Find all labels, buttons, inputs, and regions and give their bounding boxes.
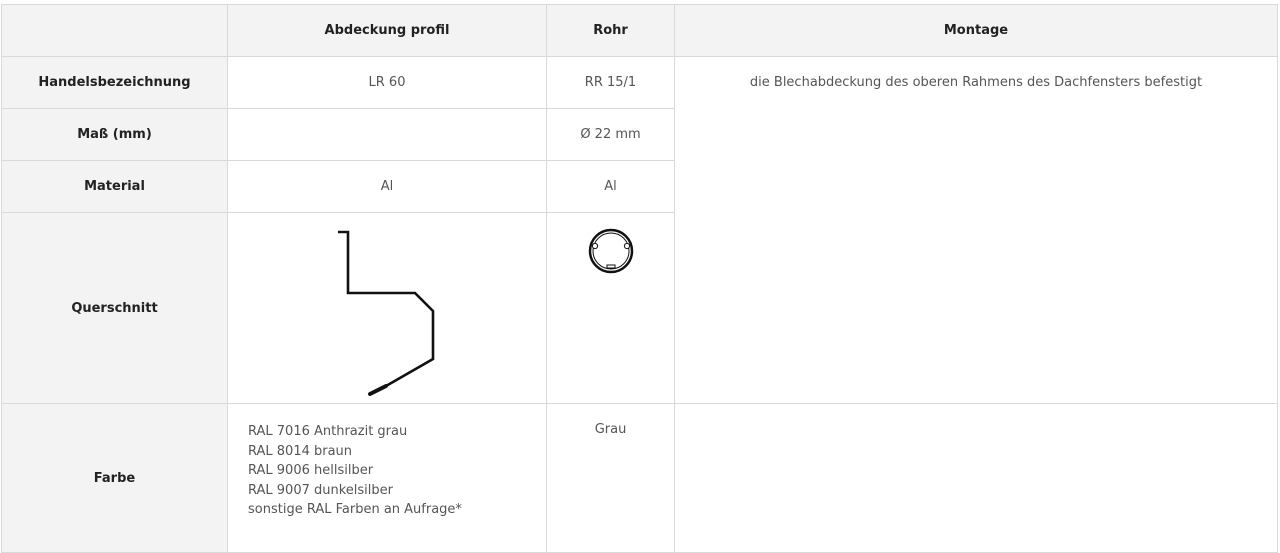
montage-description: die Blechabdeckung des oberen Rahmens de… [674,56,1278,404]
rohr-mass: Ø 22 mm [546,108,675,161]
rohr-querschnitt [546,212,675,404]
label-farbe: Farbe [1,403,228,553]
profil-farbe-list: RAL 7016 Anthrazit grau RAL 8014 braun R… [227,403,547,553]
header-row: Abdeckung profil Rohr Montage [1,4,1278,57]
rohr-handelsbezeichnung: RR 15/1 [546,56,675,109]
product-spec-table: Abdeckung profil Rohr Montage Handelsbez… [1,4,1278,553]
farbe-item: RAL 8014 braun [248,443,353,459]
rr15-pipe-cross-section-icon [588,228,634,274]
profil-mass [227,108,547,161]
farbe-item: RAL 7016 Anthrazit grau [248,424,408,439]
header-abdeckung-profil: Abdeckung profil [227,4,547,57]
header-empty [1,4,228,57]
rohr-material: Al [546,160,675,213]
farbe-item: RAL 9007 dunkelsilber [248,482,393,498]
profil-querschnitt [227,212,547,404]
label-querschnitt: Querschnitt [1,212,228,404]
lr60-profile-icon [338,230,435,396]
profil-handelsbezeichnung: LR 60 [227,56,547,109]
rohr-farbe: Grau [546,403,675,553]
farbe-item: RAL 9006 hellsilber [248,463,374,479]
label-mass: Maß (mm) [1,108,228,161]
label-material: Material [1,160,228,213]
montage-farbe [674,403,1278,553]
row-farbe: Farbe RAL 7016 Anthrazit grau RAL 8014 b… [1,403,1278,553]
header-montage: Montage [674,4,1278,57]
label-handelsbezeichnung: Handelsbezeichnung [1,56,228,109]
row-handelsbezeichnung: Handelsbezeichnung LR 60 RR 15/1 die Ble… [1,56,1278,404]
farbe-item: sonstige RAL Farben an Aufrage* [248,502,462,518]
profil-material: Al [227,160,547,213]
header-rohr: Rohr [546,4,675,57]
